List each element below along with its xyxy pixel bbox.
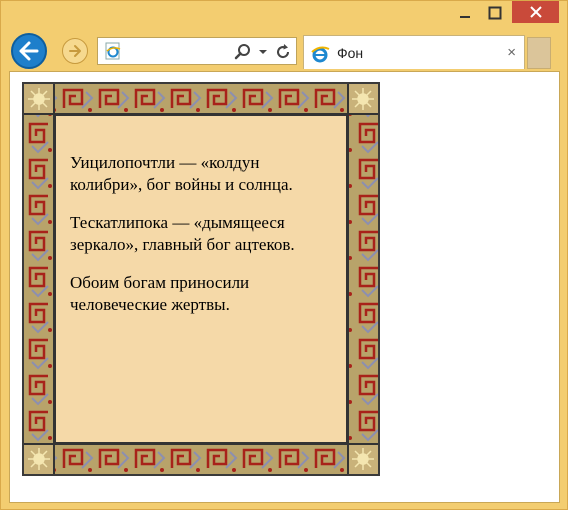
chevron-down-icon[interactable]	[258, 48, 268, 56]
close-icon	[529, 6, 542, 18]
new-tab-button[interactable]	[527, 37, 551, 69]
window-caption-buttons	[450, 1, 559, 31]
paragraph-tezcatlipoca: Тескатлипока — «дымящееся зеркало», глав…	[70, 213, 295, 254]
address-bar[interactable]	[97, 37, 297, 65]
maximize-button[interactable]	[480, 1, 510, 25]
tab-current[interactable]: Фон ×	[303, 35, 525, 69]
maximize-icon	[488, 6, 502, 20]
text-panel: Уицилопочтли — «колдун колибри», бог вой…	[54, 114, 348, 444]
paragraph-huitzilopochtli: Уицилопочтли — «колдун колибри», бог вой…	[70, 153, 293, 194]
tab-close-button[interactable]: ×	[507, 44, 516, 61]
page-viewport: Уицилопочтли — «колдун колибри», бог вой…	[9, 71, 560, 503]
decorated-border-box: Уицилопочтли — «колдун колибри», бог вой…	[22, 82, 380, 476]
tab-title: Фон	[337, 45, 364, 61]
back-button[interactable]	[11, 33, 47, 69]
minimize-icon	[460, 16, 470, 18]
address-tools	[234, 42, 292, 62]
arrow-left-icon	[19, 41, 39, 61]
close-window-button[interactable]	[512, 1, 559, 23]
navigation-bar: Фон ×	[1, 33, 568, 71]
forward-button[interactable]	[62, 38, 88, 64]
arrow-right-icon	[69, 45, 81, 57]
paragraph-sacrifices: Обоим богам приносили человеческие жертв…	[70, 273, 250, 314]
ie-logo-icon	[311, 46, 330, 63]
ie-page-icon	[105, 42, 121, 60]
search-icon[interactable]	[234, 43, 252, 61]
minimize-button[interactable]	[450, 1, 480, 25]
refresh-icon[interactable]	[274, 43, 292, 61]
browser-window: Фон × Уицилопочтли — «колдун колибри», б…	[0, 0, 568, 510]
